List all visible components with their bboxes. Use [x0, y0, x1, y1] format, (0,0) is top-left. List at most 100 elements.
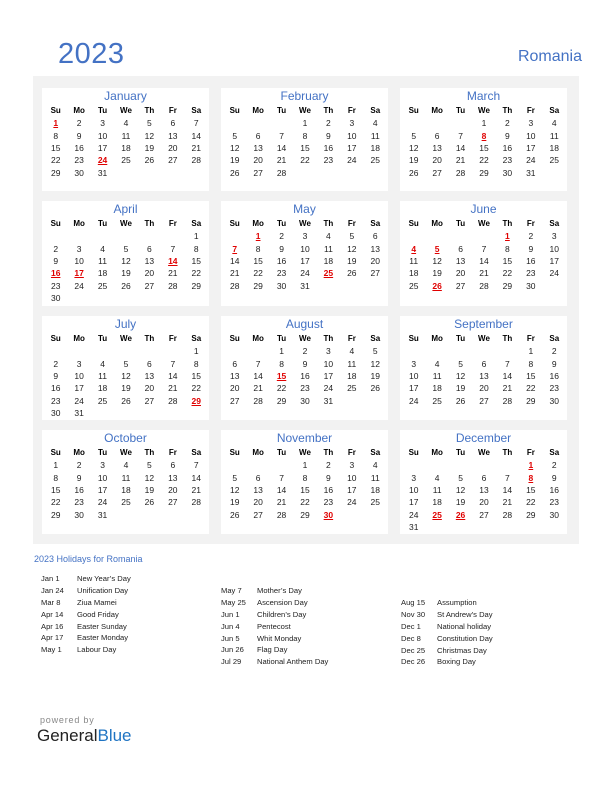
holiday-day-cell: 1 — [255, 231, 261, 242]
day-cell: 4 — [123, 460, 129, 471]
day-cell: 1 — [193, 346, 199, 357]
holiday-day-cell: 15 — [276, 370, 287, 381]
empty-cell — [449, 230, 472, 242]
day-cell: 27 — [479, 395, 489, 406]
day-cell: 18 — [549, 142, 559, 153]
day-cell: 24 — [300, 268, 310, 279]
day-cell: 14 — [229, 255, 240, 266]
weekday-label: Su — [229, 334, 240, 343]
weekday-label: Tu — [455, 448, 466, 457]
month-may: May Su Mo Tu We Th Fr Sa 1 2 3 4 5 6 7 8 9 10 11 12 13 14 15 16… — [221, 201, 388, 306]
weekday-label: Tu — [455, 334, 466, 343]
day-cell: 9 — [53, 255, 59, 266]
week-row: 12 13 14 15 16 17 18 — [223, 142, 387, 154]
empty-cell — [472, 521, 495, 533]
weekday-label: Mo — [73, 334, 85, 343]
day-cell: 22 — [479, 155, 489, 166]
day-cell: 2 — [326, 118, 331, 129]
day-cell: 22 — [50, 155, 61, 166]
weekday-header-row: Su Mo Tu We Th Fr Sa — [223, 332, 387, 345]
day-cell: 22 — [300, 497, 310, 508]
weekday-label: We — [299, 106, 311, 115]
day-cell: 29 — [253, 280, 263, 291]
empty-cell — [91, 345, 114, 357]
day-cell: 1 — [279, 346, 284, 357]
holiday-date: Mar 8 — [41, 597, 61, 607]
day-cell: 2 — [53, 243, 59, 254]
day-cell: 11 — [347, 358, 357, 369]
day-cell: 5 — [411, 130, 417, 141]
day-cell: 28 — [479, 280, 489, 291]
day-cell: 16 — [50, 383, 61, 394]
holiday-item: Jun 5 Whit Monday — [221, 634, 328, 646]
week-row: 10 11 12 13 14 15 16 — [402, 484, 566, 496]
day-cell: 19 — [121, 383, 131, 394]
day-cell: 11 — [98, 370, 107, 381]
holiday-item: Jun 1 Children’s Day — [221, 610, 328, 622]
empty-cell — [519, 521, 542, 533]
day-cell: 31 — [97, 167, 108, 178]
week-row: 19 20 21 22 23 24 25 — [402, 154, 566, 166]
day-cell: 4 — [372, 118, 378, 129]
weekday-label: Su — [229, 219, 240, 228]
empty-cell — [270, 459, 293, 471]
day-cell: 31 — [97, 509, 108, 520]
week-row: 30 31 — [44, 407, 208, 419]
day-cell: 12 — [347, 243, 357, 254]
empty-cell — [425, 117, 448, 129]
weekday-label: Mo — [431, 334, 443, 343]
day-cell: 2 — [302, 346, 308, 357]
month-table: Su Mo Tu We Th Fr Sa 1 2 3 4 5 6 7 8 9 10 11 12 13 14 15 16 17 1… — [223, 332, 387, 407]
day-cell: 28 — [253, 395, 263, 406]
day-cell: 27 — [229, 395, 240, 406]
day-cell: 13 — [432, 142, 442, 153]
day-cell: 25 — [370, 497, 380, 508]
weekday-header-row: Su Mo Tu We Th Fr Sa — [223, 104, 387, 117]
weekday-label: Tu — [276, 219, 287, 228]
day-cell: 26 — [347, 268, 357, 279]
week-row: 9 10 11 12 13 14 15 — [44, 255, 208, 267]
day-cell: 13 — [479, 484, 489, 495]
month-july: July Su Mo Tu We Th Fr Sa 1 2 3 4 5 6 7 8 9 10 11 12 13 14 15 1… — [42, 316, 209, 420]
month-august: August Su Mo Tu We Th Fr Sa 1 2 3 4 5 6 7 8 9 10 11 12 13 14 1… — [221, 316, 388, 420]
empty-cell — [340, 509, 363, 521]
empty-cell — [317, 167, 340, 179]
day-cell: 10 — [408, 370, 419, 381]
month-table: Su Mo Tu We Th Fr Sa 1 2 3 4 5 6 7 8 9 10 11 12 13 14 15 16 17 1… — [402, 332, 566, 407]
day-cell: 4 — [349, 346, 355, 357]
day-cell: 22 — [502, 268, 513, 279]
empty-cell — [543, 521, 566, 533]
day-cell: 11 — [370, 130, 380, 141]
day-cell: 4 — [100, 358, 105, 369]
holiday-name: Assumption — [437, 598, 477, 607]
weekday-label: Sa — [370, 106, 381, 115]
weekday-label: Mo — [73, 219, 85, 228]
day-cell: 5 — [232, 472, 238, 483]
day-cell: 21 — [502, 497, 513, 508]
day-cell: 25 — [121, 155, 131, 166]
week-row: 13 14 15 16 17 18 19 — [223, 370, 387, 382]
day-cell: 15 — [526, 484, 536, 495]
day-cell: 21 — [253, 383, 263, 394]
day-cell: 24 — [323, 383, 334, 394]
day-cell: 13 — [370, 243, 380, 254]
holiday-item: Dec 26 Boxing Day — [401, 657, 493, 669]
holiday-date: Jan 1 — [41, 574, 60, 583]
day-cell: 6 — [147, 243, 152, 254]
holiday-day-cell: 1 — [528, 460, 534, 471]
day-cell: 27 — [253, 509, 263, 520]
month-name: January — [104, 89, 147, 103]
day-cell: 26 — [144, 497, 155, 508]
day-cell: 13 — [253, 484, 263, 495]
empty-cell — [246, 117, 269, 129]
month-table: Su Mo Tu We Th Fr Sa 1 2 3 4 5 6 7 8 9 10 11 12 13 14 15 16 17 1… — [44, 104, 208, 179]
month-table: Su Mo Tu We Th Fr Sa 1 2 3 4 5 6 7 8 9 10 11 12 13 14 15 16 17 1… — [402, 217, 566, 292]
holiday-date: Apr 16 — [41, 621, 64, 631]
day-cell: 6 — [232, 358, 238, 369]
week-row: 1 — [44, 345, 208, 357]
day-cell: 3 — [76, 358, 82, 369]
empty-cell — [161, 407, 184, 419]
day-cell: 22 — [50, 497, 61, 508]
empty-cell — [114, 292, 137, 304]
day-cell: 9 — [528, 243, 534, 254]
